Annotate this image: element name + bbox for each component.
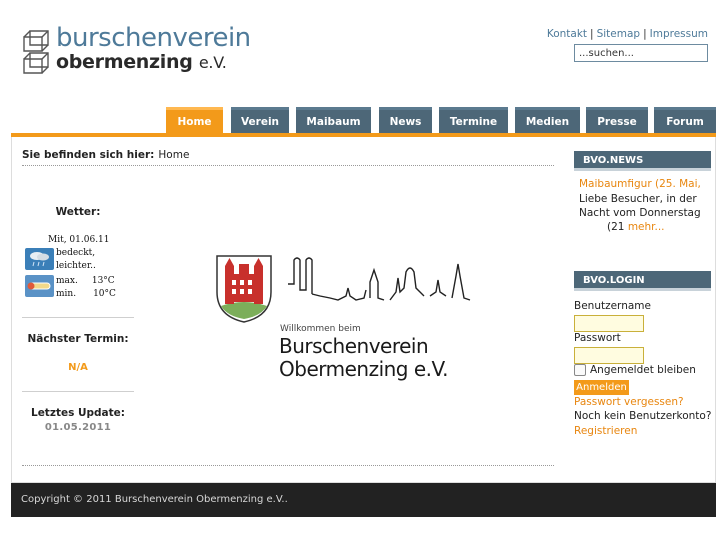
divider [22,391,134,392]
thermometer-icon [25,275,54,297]
tab-medien[interactable]: Medien [515,107,580,133]
news-text-prefix: (21 [607,221,625,233]
breadcrumb: Sie befinden sich hier: Home [22,149,189,161]
login-button[interactable]: Anmelden [574,380,629,395]
next-event-heading: Nächster Termin: [27,333,129,345]
footer: Copyright © 2011 Burschenverein Obermenz… [11,483,716,517]
username-field[interactable] [574,315,644,332]
welcome-line-1: Burschenverein [279,334,429,358]
weather-heading: Wetter: [55,206,101,218]
sitemap-link[interactable]: Sitemap [597,28,641,40]
divider [22,465,554,466]
last-update-value: 01.05.2011 [44,422,112,433]
login-heading: BVO.LOGIN [574,271,711,291]
divider [22,317,134,318]
remember-checkbox[interactable] [574,364,586,376]
password-label: Passwort [574,332,621,344]
weather-date: Mit, 01.06.11 [48,235,110,245]
breadcrumb-prefix: Sie befinden sich hier: [22,149,155,161]
skyline-icon [288,257,471,301]
remember-label: Angemeldet bleiben [590,364,696,376]
weather-condition-2: leichter.. [56,261,96,271]
logo-line-2: obermenzing e.V. [56,51,227,73]
kontakt-link[interactable]: Kontakt [547,28,587,40]
news-text-line: Liebe Besucher, in der [579,193,697,205]
top-links: Kontakt | Sitemap | Impressum [547,28,708,40]
link-separator: | [590,28,594,40]
cloud-rain-icon [25,248,54,270]
password-field[interactable] [574,347,644,364]
breadcrumb-current: Home [158,149,190,161]
logo-line-1: burschenverein [56,23,251,53]
news-heading: BVO.NEWS [574,151,711,171]
forgot-password-link[interactable]: Passwort vergessen? [574,396,684,408]
logo-line-2-name: obermenzing [56,51,193,73]
tab-forum[interactable]: Forum [654,107,716,133]
copyright-text: Copyright © 2011 Burschenverein Obermenz… [21,494,288,505]
next-event-value: N/A [68,362,88,373]
search-input[interactable] [574,44,708,62]
tab-home[interactable]: Home [166,107,223,133]
weather-max: max. 13°C [56,276,115,286]
username-label: Benutzername [574,300,651,312]
news-text-line: Nacht vom Donnerstag [579,207,701,219]
divider [22,165,554,166]
news-more-link[interactable]: mehr... [628,221,665,233]
weather-min-value: 10°C [93,289,116,299]
main-nav: Home Verein Maibaum News Termine Medien … [11,107,716,137]
link-separator: | [643,28,647,40]
news-text-line: (21 mehr... [607,221,665,233]
welcome-line-2: Obermenzing e.V. [279,357,448,381]
tab-termine[interactable]: Termine [439,107,508,133]
register-link[interactable]: Registrieren [574,425,637,437]
last-update-heading: Letztes Update: [31,407,125,419]
weather-max-label: max. [56,276,78,286]
tab-verein[interactable]: Verein [231,107,289,133]
welcome-banner: Willkommen beim Burschenverein Obermenzi… [210,250,485,385]
weather-min-label: min. [56,289,77,299]
news-title-link[interactable]: Maibaumfigur (25. Mai, [579,178,701,190]
site-logo[interactable]: burschenverein obermenzing e.V. [20,23,270,82]
weather-min: min. 10°C [56,289,116,299]
tab-maibaum[interactable]: Maibaum [296,107,371,133]
coat-of-arms-icon [216,255,272,323]
welcome-small: Willkommen beim [280,324,361,334]
tab-news[interactable]: News [379,107,432,133]
weather-max-value: 13°C [91,276,115,286]
logo-line-2-suffix: e.V. [198,53,227,72]
logo-cube-icon [23,30,49,74]
no-account-text: Noch kein Benutzerkonto? [574,410,712,422]
tab-presse[interactable]: Presse [586,107,648,133]
weather-condition-1: bedeckt, [56,248,96,258]
impressum-link[interactable]: Impressum [650,28,708,40]
